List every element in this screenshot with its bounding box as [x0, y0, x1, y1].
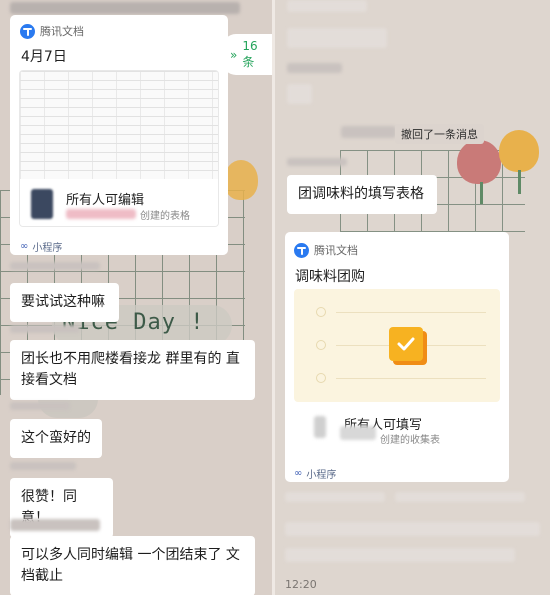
blurred-item	[285, 492, 385, 502]
message-recalled-notice: 撤回了一条消息	[395, 124, 484, 144]
creator-name-blurred	[66, 209, 136, 219]
blurred-sender	[10, 402, 70, 410]
form-info-row: 所有人可填写 创建的收集表	[294, 402, 500, 450]
double-chevron-up-icon: »	[230, 47, 238, 62]
recaller-name-blurred	[341, 126, 396, 138]
spreadsheet-thumbnail	[20, 71, 218, 179]
form-option-dot	[316, 340, 326, 350]
wallpaper-flower-red	[457, 140, 501, 184]
form-created-type: 创建的收集表	[380, 435, 440, 446]
form-title: 调味料团购	[295, 269, 365, 285]
message-timestamp: 12:20	[285, 578, 317, 591]
chat-message[interactable]: 要试试这种嘛	[10, 283, 119, 322]
form-app-name: 腾讯文档	[314, 244, 358, 257]
blurred-sender	[10, 262, 100, 270]
doc-created-type: 创建的表格	[140, 211, 190, 222]
blurred-item	[287, 63, 342, 73]
creator-avatar	[31, 189, 53, 219]
form-app-header: 腾讯文档	[294, 242, 358, 258]
form-option-line	[336, 312, 486, 313]
doc-app-header: 腾讯文档	[20, 23, 84, 39]
tencent-docs-logo-icon	[294, 242, 309, 258]
form-preview[interactable]	[294, 289, 500, 402]
chat-message[interactable]: 团长也不用爬楼看接龙 群里有的 直接看文档	[10, 340, 255, 400]
blurred-item	[395, 492, 525, 502]
chat-message[interactable]: 团调味料的填写表格	[287, 175, 437, 214]
blurred-item	[287, 0, 367, 12]
blurred-sender	[10, 462, 76, 470]
unread-count-label: 16条	[242, 39, 258, 69]
form-option-dot	[316, 373, 326, 383]
left-chat-pane[interactable]: Nice Day ! 腾讯文档 4月7日 所有人可编辑 创建的表格 ∞ 小程序 …	[0, 0, 272, 595]
mini-program-label: ∞ 小程序	[20, 241, 63, 254]
blurred-sender-top	[10, 2, 240, 14]
wallpaper-flower-yellow	[499, 130, 539, 172]
form-option-dot	[316, 307, 326, 317]
mini-program-label: ∞ 小程序	[294, 468, 337, 481]
mini-program-icon: ∞	[294, 468, 303, 479]
checkmark-icon	[389, 327, 423, 361]
wallpaper-stem	[518, 170, 521, 194]
tencent-docs-logo-icon	[20, 23, 35, 39]
chat-message[interactable]: 这个蛮好的	[10, 419, 102, 458]
blurred-item	[285, 548, 515, 562]
doc-preview[interactable]: 所有人可编辑 创建的表格	[19, 70, 219, 227]
unread-messages-pill[interactable]: » 16条	[222, 34, 272, 75]
creator-avatar	[314, 416, 326, 438]
doc-info-row: 所有人可编辑 创建的表格	[20, 179, 218, 226]
chat-message[interactable]: 可以多人同时编辑 一个团结束了 文档截止	[10, 536, 255, 595]
shared-doc-card[interactable]: 腾讯文档 4月7日 所有人可编辑 创建的表格 ∞ 小程序	[10, 15, 228, 255]
right-chat-pane[interactable]: 撤回了一条消息 团调味料的填写表格 腾讯文档 调味料团购 所有人可填写 创建的收…	[275, 0, 550, 595]
blurred-sender	[287, 158, 347, 166]
creator-name-blurred	[340, 426, 376, 440]
blurred-item	[285, 522, 540, 536]
doc-title: 4月7日	[21, 49, 67, 65]
blurred-item	[287, 84, 312, 104]
shared-form-card[interactable]: 腾讯文档 调味料团购 所有人可填写 创建的收集表 ∞ 小程序	[285, 232, 509, 482]
wallpaper-stem	[480, 182, 483, 204]
wallpaper-flower-left	[224, 160, 258, 200]
mini-program-icon: ∞	[20, 241, 29, 252]
doc-app-name: 腾讯文档	[40, 25, 84, 38]
doc-permission: 所有人可编辑	[66, 193, 145, 208]
form-option-line	[336, 378, 486, 379]
blurred-sender	[10, 519, 100, 531]
blurred-sender	[10, 325, 80, 333]
blurred-item	[287, 28, 387, 48]
